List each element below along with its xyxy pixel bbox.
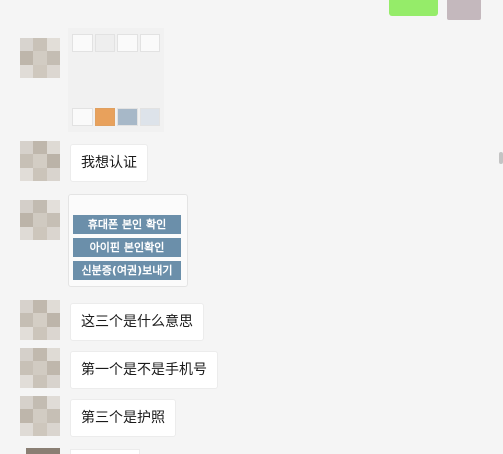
- contact-avatar[interactable]: [20, 396, 60, 436]
- contact-avatar[interactable]: [20, 200, 60, 240]
- sent-message-bubble[interactable]: [389, 0, 438, 16]
- image-message[interactable]: [68, 28, 164, 132]
- scrollbar-thumb[interactable]: [499, 152, 503, 164]
- my-avatar[interactable]: [447, 0, 481, 20]
- contact-avatar[interactable]: [20, 348, 60, 388]
- screenshot-row: [72, 34, 160, 52]
- contact-avatar[interactable]: [26, 448, 60, 454]
- id-card-send-button: 신분증(여권)보내기: [73, 261, 181, 280]
- contact-avatar[interactable]: [20, 38, 60, 78]
- contact-avatar[interactable]: [20, 141, 60, 181]
- message-bubble[interactable]: 第一个是不是手机号: [70, 351, 218, 389]
- message-bubble[interactable]: [70, 449, 140, 454]
- message-bubble[interactable]: 这三个是什么意思: [70, 303, 204, 341]
- message-bubble[interactable]: 第三个是护照: [70, 399, 176, 437]
- ipin-verification-button: 아이핀 본인확인: [73, 238, 181, 257]
- screenshot-row: [72, 108, 160, 126]
- message-bubble[interactable]: 我想认证: [70, 144, 148, 182]
- contact-avatar[interactable]: [20, 300, 60, 340]
- phone-verification-button: 휴대폰 본인 확인: [73, 215, 181, 234]
- verification-screenshot[interactable]: 휴대폰 본인 확인 아이핀 본인확인 신분증(여권)보내기: [68, 194, 188, 287]
